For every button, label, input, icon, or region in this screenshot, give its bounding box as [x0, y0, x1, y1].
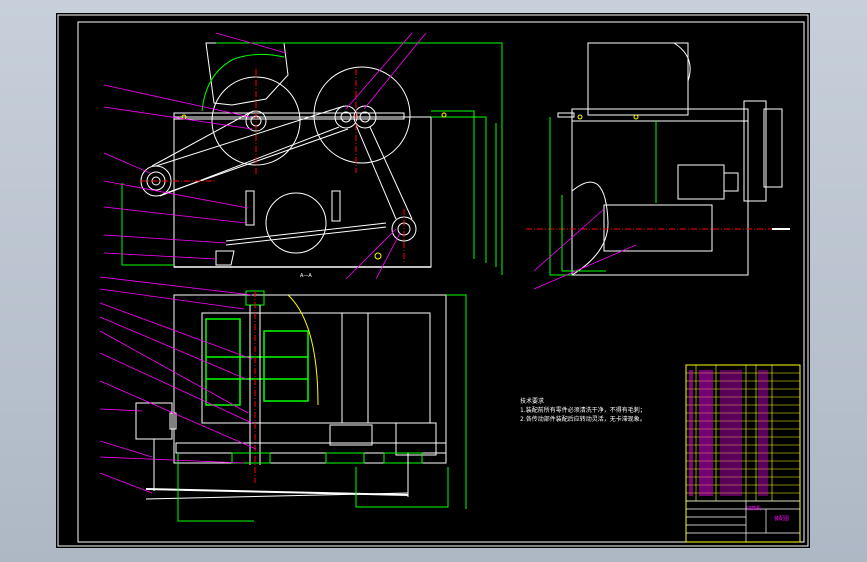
- inner-frame: [77, 21, 805, 543]
- section-label: A—A: [300, 273, 312, 279]
- cad-viewer: A—A 技术要求 1.装配前所有零件必须清洗干净，不得有毛刺； 2.各传动部件装…: [0, 0, 867, 562]
- note-line-2: 2.各传动部件装配后应转动灵活，无卡滞现象。: [520, 416, 646, 423]
- outer-frame: [57, 14, 809, 547]
- notes-title: 技术要求: [520, 398, 545, 405]
- note-line-1: 1.装配前所有零件必须清洗干净，不得有毛刺；: [520, 407, 646, 414]
- technical-notes: 技术要求 1.装配前所有零件必须清洗干净，不得有毛刺； 2.各传动部件装配后应转…: [520, 397, 646, 424]
- section-view: [99, 276, 467, 522]
- title-block-title: 切菜机: [746, 506, 762, 512]
- title-block-drawing-no: 装配图: [774, 516, 790, 522]
- side-view: [526, 42, 790, 290]
- drawing-sheet[interactable]: A—A 技术要求 1.装配前所有零件必须清洗干净，不得有毛刺； 2.各传动部件装…: [56, 13, 810, 548]
- drawing-canvas: [57, 14, 809, 547]
- front-view: [103, 32, 503, 280]
